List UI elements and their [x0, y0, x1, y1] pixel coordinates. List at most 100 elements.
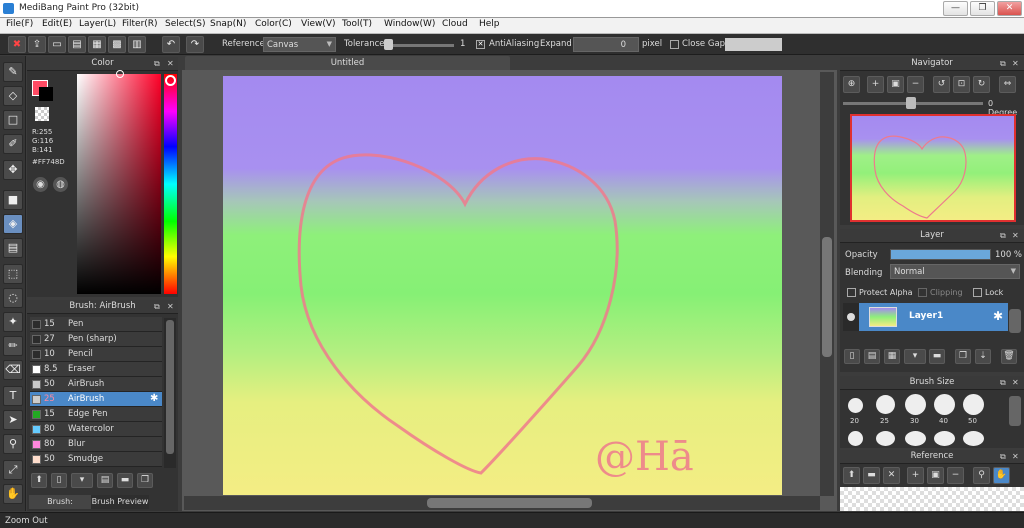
menu-view[interactable]: View(V) [301, 19, 336, 29]
horizontal-scroll-thumb[interactable] [427, 498, 592, 508]
clipping-checkbox[interactable] [918, 288, 927, 297]
select-pen-tool-icon[interactable]: ✏ [3, 336, 23, 356]
canvas-horizontal-scrollbar[interactable] [184, 496, 820, 510]
reference-open-icon[interactable]: ▬ [863, 467, 880, 484]
add-halftone-layer-icon[interactable]: ▤ [864, 349, 880, 364]
text-tool-icon[interactable]: T [3, 386, 23, 406]
zoom-tool-icon[interactable]: ⤢ [3, 460, 23, 480]
background-color-swatch[interactable] [39, 87, 53, 101]
navigator-preview[interactable] [850, 114, 1016, 222]
brush-row[interactable]: 15 Edge Pen [30, 407, 162, 422]
duplicate-icon[interactable]: ❐ [137, 473, 153, 488]
select-eraser-tool-icon[interactable]: ⌫ [3, 360, 23, 380]
dot-tool-icon[interactable]: □ [3, 110, 23, 130]
close-gaps-checkbox[interactable] [670, 40, 679, 49]
layout-icon[interactable]: ▥ [128, 36, 146, 53]
layer-settings-gear-icon[interactable]: ✱ [993, 309, 1003, 323]
brush-size-dot[interactable] [905, 431, 926, 446]
reference-close-icon[interactable]: ✕ [883, 467, 900, 484]
move-tool-icon[interactable]: ✥ [3, 160, 23, 180]
color-history-icon[interactable]: ◍ [53, 177, 68, 192]
undock-icon[interactable]: ⧉ [1000, 57, 1006, 70]
maximize-button[interactable]: ❐ [970, 1, 995, 16]
blending-select[interactable]: Normal ▼ [890, 264, 1020, 279]
hue-slider[interactable] [164, 74, 177, 294]
brush-list-scroll-thumb[interactable] [166, 320, 174, 454]
menu-cloud[interactable]: Cloud [442, 19, 468, 29]
tab-brush-preview[interactable]: Brush Preview [91, 495, 149, 509]
layer-visibility-icon[interactable] [847, 313, 855, 321]
reference-eyedropper-icon[interactable]: ⚲ [973, 467, 990, 484]
page-icon[interactable]: ▦ [88, 36, 106, 53]
eyedropper-tool-icon[interactable]: ⚲ [3, 434, 23, 454]
rotation-slider-handle[interactable] [906, 97, 916, 109]
fill-rect-tool-icon[interactable]: ■ [3, 190, 23, 210]
close-icon[interactable]: ✕ [1012, 229, 1019, 242]
brush-row[interactable]: 25 AirBrush ✱ [30, 392, 162, 407]
expand-field[interactable]: 0 [573, 37, 639, 52]
reference-hand-icon[interactable]: ✋ [993, 467, 1010, 484]
reference-upload-icon[interactable]: ⬆ [843, 467, 860, 484]
layer-list-scroll-thumb[interactable] [1009, 309, 1021, 333]
bucket-tool-icon[interactable]: ◈ [3, 214, 23, 234]
canvas-vertical-scrollbar[interactable] [820, 72, 834, 496]
menu-edit[interactable]: Edit(E) [42, 19, 72, 29]
layer-menu-icon[interactable]: ▾ [904, 349, 926, 364]
hand-tool-icon[interactable]: ✋ [3, 484, 23, 504]
close-icon[interactable]: ✕ [1012, 376, 1019, 389]
brush-tool-icon[interactable]: ✎ [3, 62, 23, 82]
close-icon[interactable]: ✕ [167, 300, 174, 313]
rotate-left-icon[interactable]: ↺ [933, 76, 950, 93]
protect-alpha-checkbox[interactable] [847, 288, 856, 297]
saturation-value-picker[interactable] [77, 74, 161, 294]
grid-icon[interactable]: ▩ [108, 36, 126, 53]
magic-wand-tool-icon[interactable]: ✦ [3, 312, 23, 332]
antialiasing-checkbox[interactable]: ✕ [476, 40, 485, 49]
close-gaps-field[interactable] [725, 38, 782, 51]
brush-size-dot[interactable] [848, 398, 863, 413]
reference-zoom-in-icon[interactable]: + [907, 467, 924, 484]
eraser-tool-icon[interactable]: ◇ [3, 86, 23, 106]
brush-row[interactable]: 15 Pen [30, 317, 162, 332]
reset-rotation-icon[interactable]: ⊡ [953, 76, 970, 93]
reference-zoom-out-icon[interactable]: − [947, 467, 964, 484]
hue-slider-handle[interactable] [165, 75, 176, 86]
brush-size-dot[interactable] [905, 394, 926, 415]
flip-horizontal-icon[interactable]: ⇔ [999, 76, 1016, 93]
brush-size-dot[interactable] [848, 431, 863, 446]
reference-fit-icon[interactable]: ▣ [927, 467, 944, 484]
reference-select[interactable]: Canvas ▼ [263, 37, 336, 52]
brush-row[interactable]: 50 AirBrush [30, 377, 162, 392]
brush-row[interactable]: 50 Smudge [30, 452, 162, 467]
menu-tool[interactable]: Tool(T) [342, 19, 372, 29]
brush-size-dot[interactable] [934, 394, 955, 415]
undock-icon[interactable]: ⧉ [1000, 450, 1006, 463]
undock-icon[interactable]: ⧉ [154, 57, 160, 70]
undock-icon[interactable]: ⧉ [154, 300, 160, 313]
brush-row[interactable]: 80 Blur [30, 437, 162, 452]
vertical-scroll-thumb[interactable] [822, 237, 832, 357]
brush-row[interactable]: 80 Watercolor [30, 422, 162, 437]
brush-size-dot[interactable] [934, 431, 955, 446]
layer-folder-icon[interactable]: ▬ [929, 349, 945, 364]
brush-size-scroll-thumb[interactable] [1009, 396, 1021, 426]
close-button[interactable]: ✕ [997, 1, 1022, 16]
brush-list-scrollbar[interactable] [164, 318, 176, 468]
redo-icon[interactable]: ↷ [186, 36, 204, 53]
palette-icon[interactable]: ◉ [33, 177, 48, 192]
actual-size-icon[interactable]: ▣ [887, 76, 904, 93]
delete-layer-icon[interactable]: 🗑 [1001, 349, 1017, 364]
comment-icon[interactable]: ▤ [68, 36, 86, 53]
add-layer-icon[interactable]: ▯ [844, 349, 860, 364]
add-8bit-layer-icon[interactable]: ▦ [884, 349, 900, 364]
brush-settings-gear-icon[interactable]: ✱ [150, 392, 158, 406]
brush-size-dot[interactable] [963, 431, 984, 446]
select-rect-tool-icon[interactable]: ⬚ [3, 264, 23, 284]
brush-settings-icon[interactable]: ▤ [97, 473, 113, 488]
lasso-tool-icon[interactable]: ◌ [3, 288, 23, 308]
brush-row[interactable]: 10 Pencil [30, 347, 162, 362]
transparent-color-swatch[interactable] [35, 107, 49, 121]
layer-row[interactable]: Layer1 ✱ [859, 303, 1008, 331]
brush-row[interactable]: 27 Pen (sharp) [30, 332, 162, 347]
opacity-slider[interactable] [890, 249, 991, 260]
